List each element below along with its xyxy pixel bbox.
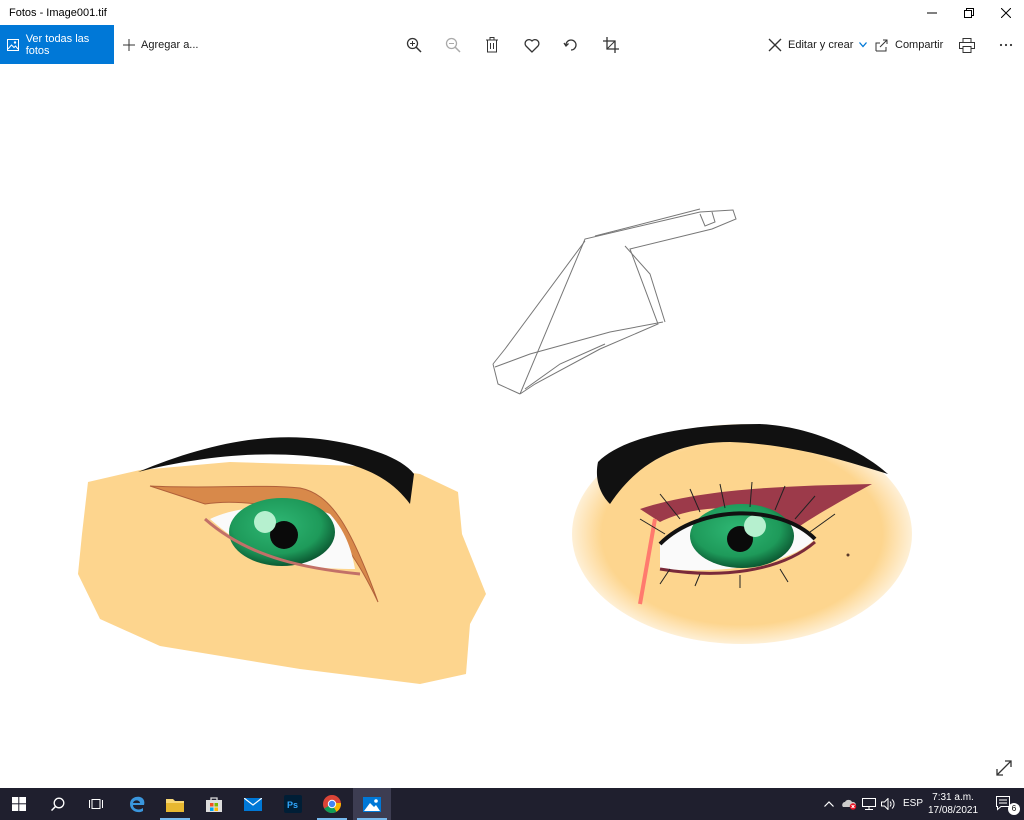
close-button[interactable] — [987, 0, 1024, 25]
store-taskbar-button[interactable] — [195, 788, 233, 820]
zoom-out-button[interactable] — [444, 36, 462, 54]
left-highlight — [254, 511, 276, 533]
drawing-image — [78, 208, 1012, 776]
all-photos-button[interactable]: Ver todas las fotos — [0, 25, 114, 64]
start-button[interactable] — [0, 788, 38, 820]
add-to-label: Agregar a... — [141, 38, 199, 51]
more-options-button[interactable] — [997, 36, 1015, 54]
print-button[interactable] — [958, 36, 976, 54]
folder-icon — [166, 798, 184, 812]
share-icon — [875, 39, 888, 51]
photoshop-taskbar-button[interactable]: Ps — [274, 788, 312, 820]
clock-date: 17/08/2021 — [927, 805, 979, 816]
edit-create-icon — [768, 38, 782, 51]
all-photos-label: Ver todas las fotos — [25, 32, 90, 57]
photos-taskbar-button[interactable] — [353, 788, 391, 820]
system-clock[interactable]: 7:31 a.m. 17/08/2021 — [924, 791, 982, 817]
printer-icon — [959, 37, 975, 53]
share-button[interactable]: Compartir — [875, 25, 943, 64]
gallery-icon — [7, 38, 19, 51]
fullscreen-icon — [996, 760, 1012, 776]
show-hidden-icons-button[interactable] — [818, 788, 840, 820]
mail-icon — [244, 797, 262, 811]
zoom-out-icon — [445, 37, 461, 53]
input-language[interactable]: ESP — [903, 798, 923, 809]
chrome-icon — [323, 795, 341, 813]
share-label: Compartir — [895, 38, 944, 51]
window-title: Fotos - Image001.tif — [9, 6, 107, 19]
rotate-icon — [563, 39, 577, 51]
edit-create-label: Editar y crear — [788, 38, 854, 51]
file-explorer-taskbar-button[interactable] — [156, 788, 194, 820]
chevron-down-icon — [859, 41, 868, 47]
delete-button[interactable] — [483, 36, 501, 54]
task-view-icon — [89, 799, 103, 809]
zoom-in-button[interactable] — [405, 36, 423, 54]
add-to-button[interactable]: Agregar a... — [123, 25, 198, 64]
trash-icon — [486, 37, 498, 53]
search-icon — [51, 797, 65, 811]
onedrive-tray-button[interactable] — [838, 788, 860, 820]
photoshop-icon: Ps — [284, 795, 302, 813]
notification-badge: 6 — [1008, 803, 1020, 815]
clock-time: 7:31 a.m. — [932, 792, 974, 803]
restore-icon — [963, 7, 974, 18]
hand-sketch — [492, 208, 737, 395]
windows-logo-icon — [12, 797, 26, 811]
restore-button[interactable] — [950, 0, 987, 25]
mail-taskbar-button[interactable] — [234, 788, 272, 820]
heart-icon — [524, 38, 540, 53]
svg-text:Ps: Ps — [287, 800, 298, 810]
speaker-icon — [880, 798, 894, 810]
favorite-button[interactable] — [523, 36, 541, 54]
rotate-button[interactable] — [562, 36, 580, 54]
windows-taskbar: Ps ESP 7:31 a.m. 17/08/2021 6 — [0, 788, 1024, 820]
minimize-icon — [926, 12, 937, 13]
right-highlight — [744, 515, 766, 537]
task-view-button[interactable] — [77, 788, 115, 820]
crop-button[interactable] — [602, 36, 620, 54]
minimize-button[interactable] — [913, 0, 950, 25]
app-toolbar: Ver todas las fotos Agregar a... Editar … — [0, 25, 1024, 64]
action-center-button[interactable]: 6 — [986, 788, 1024, 820]
title-bar: Fotos - Image001.tif — [0, 0, 1024, 25]
ellipsis-icon — [999, 43, 1013, 47]
chrome-taskbar-button[interactable] — [313, 788, 351, 820]
network-icon — [862, 798, 876, 810]
store-bag-icon — [206, 797, 222, 812]
onedrive-error-icon — [842, 799, 857, 810]
close-icon — [1000, 7, 1011, 18]
photo-viewer-canvas[interactable] — [0, 64, 1024, 788]
edge-icon — [130, 796, 145, 813]
zoom-in-icon — [406, 37, 422, 53]
chevron-up-icon — [824, 801, 834, 807]
photos-app-icon — [363, 796, 381, 812]
search-button[interactable] — [39, 788, 77, 820]
edge-taskbar-button[interactable] — [118, 788, 156, 820]
crop-icon — [603, 37, 619, 53]
plus-icon — [123, 38, 135, 51]
volume-tray-button[interactable] — [877, 788, 899, 820]
edit-create-button[interactable]: Editar y crear — [768, 25, 868, 64]
